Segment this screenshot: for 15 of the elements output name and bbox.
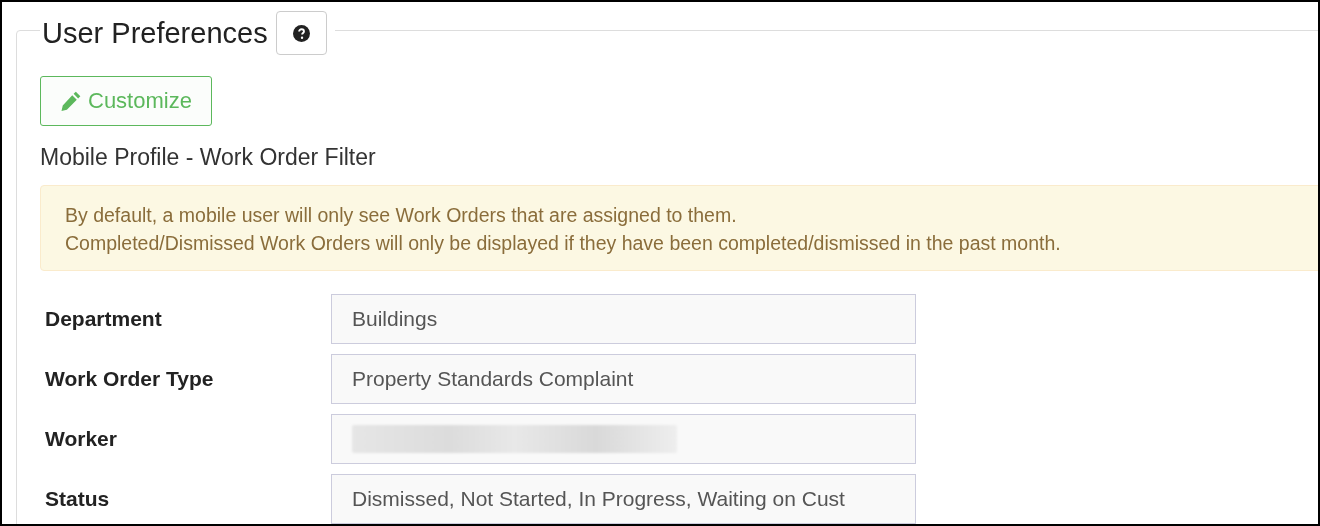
alert-text: Completed/Dismissed Work Orders will only be displayed if they have been completed/dismissed in the past month. [65,231,1062,256]
help-icon [292,24,310,42]
field-label: Status [44,487,111,511]
field-label: Department [44,307,163,331]
pencil-icon [60,90,82,112]
section-title: Mobile Profile - Work Order Filter [40,144,377,171]
field-label: Work Order Type [44,367,215,391]
input-field[interactable]: Property Standards Complaint [331,354,916,404]
input-field[interactable] [331,414,916,464]
alert-text: By default, a mobile user will only see Work Orders that are assigned to them. [65,203,738,228]
input-field[interactable]: Buildings [331,294,916,344]
input-field[interactable]: Dismissed, Not Started, In Progress, Waiting on Cust [331,474,916,524]
help-button[interactable] [275,11,327,55]
panel-title: User Preferences [42,16,268,50]
field-label: Worker [44,427,118,451]
